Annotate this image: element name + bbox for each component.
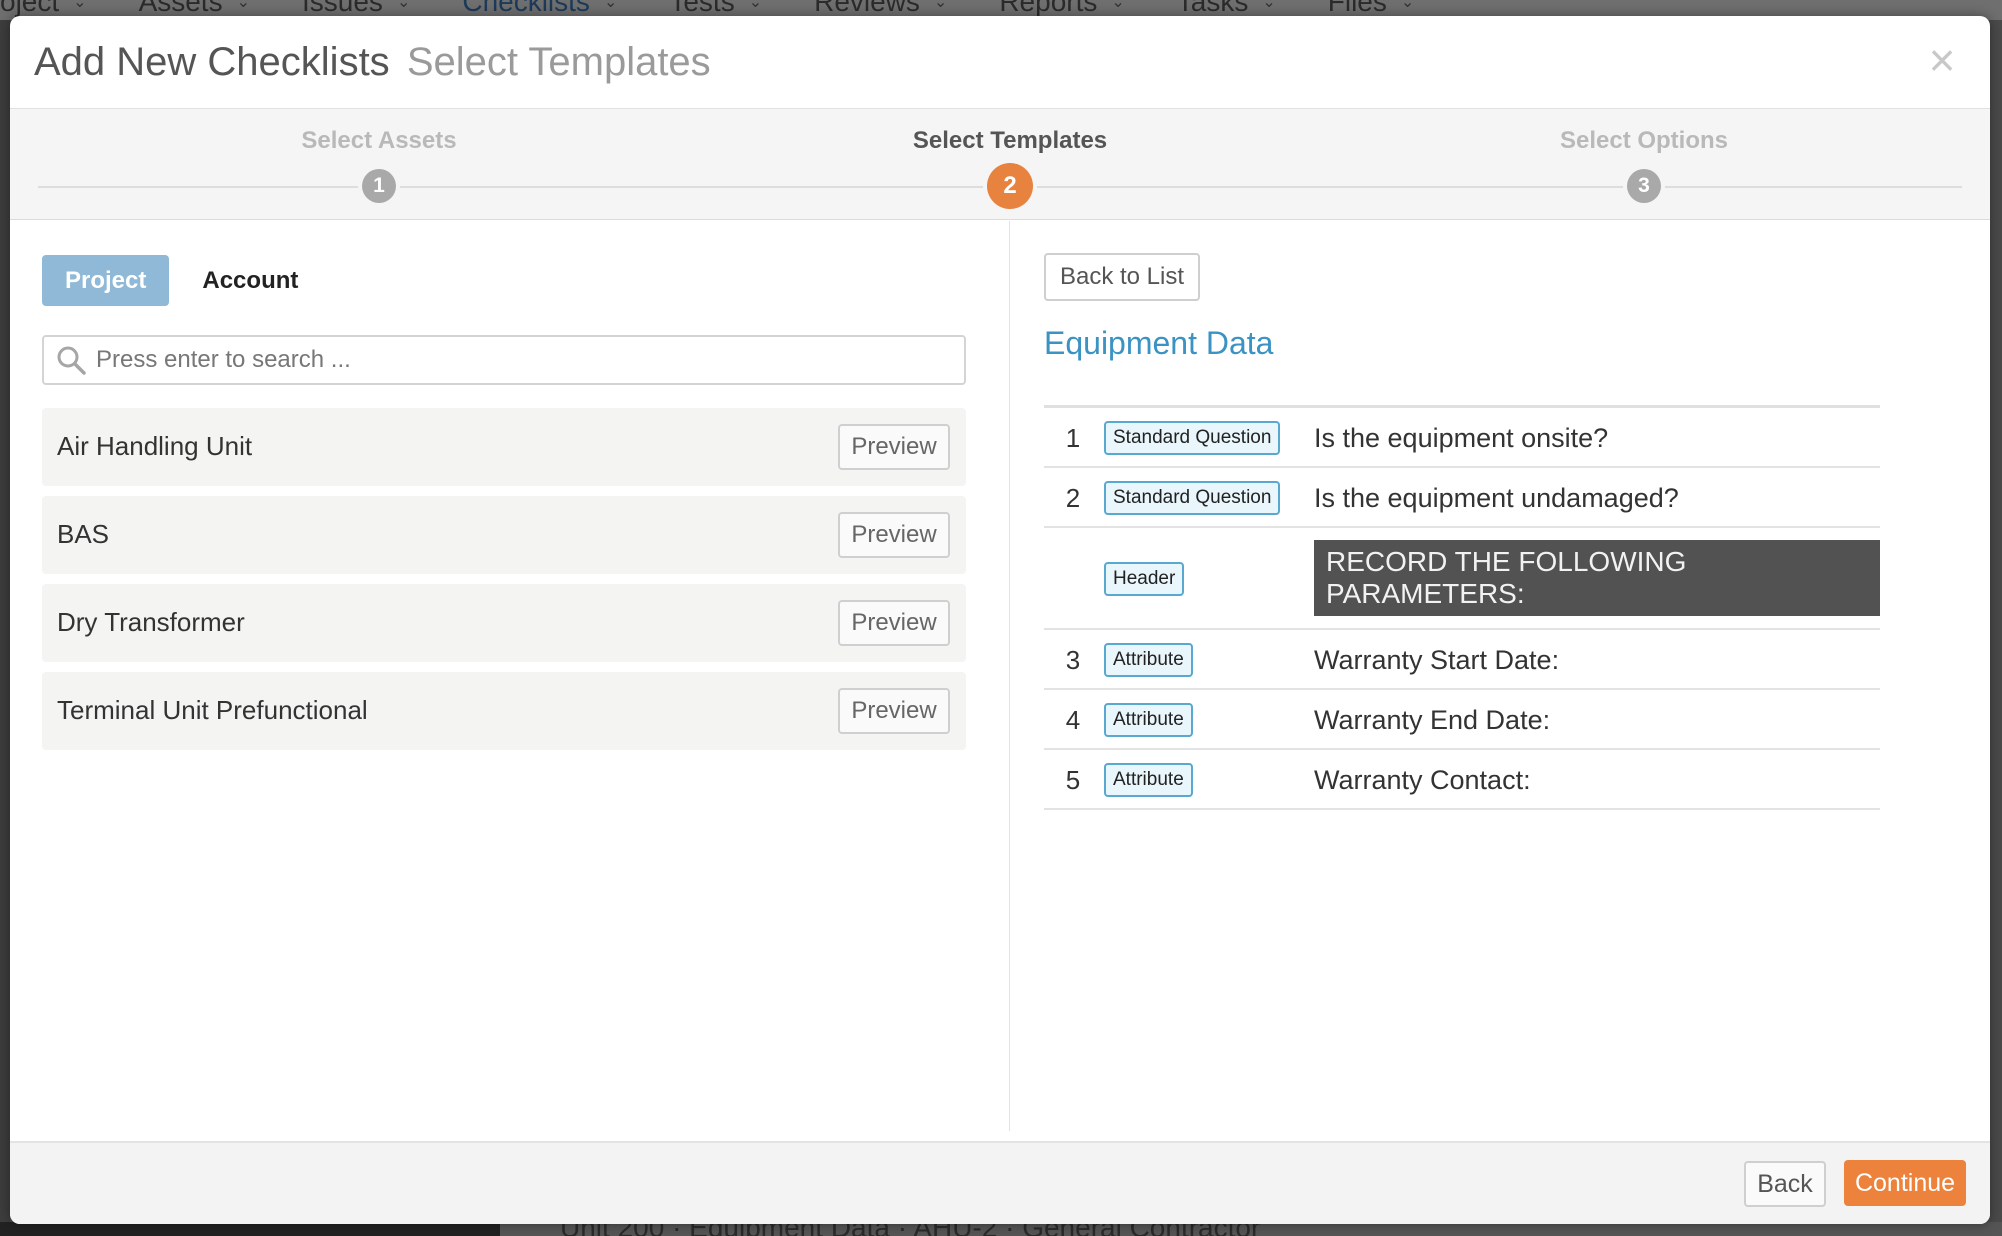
chevron-down-icon: ⌄ (236, 0, 250, 11)
background-bottom-text: Unit 200 · Equipment Data · AHU-2 · Gene… (560, 1222, 1260, 1236)
preview-title: Equipment Data (1044, 325, 1274, 361)
search-box (42, 335, 966, 385)
step-number: 2 (987, 163, 1033, 209)
question-text: Is the equipment onsite? (1314, 423, 1609, 453)
template-name: BAS (57, 519, 110, 549)
question-number: 5 (1065, 765, 1081, 795)
wizard-stepper: Select Assets 1 Select Templates 2 Selec… (10, 109, 1990, 220)
chevron-down-icon: ⌄ (1111, 0, 1125, 11)
step-select-options[interactable]: Select Options 3 (1444, 109, 1844, 220)
chevron-down-icon: ⌄ (1400, 0, 1415, 11)
question-row: 4 Attribute Warranty End Date: (1044, 690, 1880, 750)
template-list-item[interactable]: Air Handling Unit Preview (42, 408, 966, 486)
modal-title-sub: Select Templates (406, 40, 711, 84)
chevron-down-icon: ⌄ (933, 0, 948, 11)
step-label: Select Templates (912, 127, 1108, 154)
question-type-badge: Attribute (1104, 643, 1193, 677)
question-text: Warranty Contact: (1314, 765, 1531, 795)
question-type-badge: Attribute (1104, 703, 1193, 737)
tab-project[interactable]: Project (42, 255, 170, 306)
background-left-strip (0, 20, 10, 1236)
step-select-assets[interactable]: Select Assets 1 (179, 109, 579, 220)
template-list-item[interactable]: BAS Preview (42, 496, 966, 574)
question-row: 5 Attribute Warranty Contact: (1044, 750, 1880, 810)
question-type-badge: Attribute (1104, 763, 1193, 797)
question-number: 3 (1065, 645, 1081, 675)
modal-footer: Back Continue (10, 1141, 1990, 1224)
step-select-templates[interactable]: Select Templates 2 (810, 109, 1210, 220)
question-text: Is the equipment undamaged? (1314, 483, 1679, 513)
preview-button[interactable]: Preview (838, 600, 950, 646)
template-list: Air Handling Unit Preview BAS Preview Dry Tr… (42, 408, 966, 760)
question-row: 3 Attribute Warranty Start Date: (1044, 630, 1880, 690)
question-row: 1 Standard Question Is the equipment onsit… (1044, 408, 1880, 468)
step-label: Select Assets (301, 127, 457, 154)
template-name: Dry Transformer (57, 607, 245, 637)
question-table: 1 Standard Question Is the equipment onsit… (1044, 405, 1880, 810)
add-checklists-modal: Add New Checklists Select Templates × Se… (10, 16, 1990, 1224)
question-type-badge: Standard Question (1104, 421, 1281, 455)
question-text: Warranty Start Date: (1314, 645, 1560, 675)
question-number: 4 (1065, 705, 1081, 735)
chevron-down-icon: ⌄ (73, 0, 87, 11)
template-list-item[interactable]: Dry Transformer Preview (42, 584, 966, 662)
modal-header: Add New Checklists Select Templates × (10, 16, 1990, 109)
search-icon (57, 346, 86, 375)
question-type-badge: Header (1104, 562, 1185, 596)
back-button[interactable]: Back (1744, 1161, 1826, 1207)
step-number: 1 (362, 169, 396, 203)
modal-title: Add New Checklists Select Templates (34, 40, 711, 85)
step-label: Select Options (1559, 127, 1729, 154)
chevron-down-icon: ⌄ (396, 0, 411, 11)
preview-button[interactable]: Preview (838, 512, 950, 558)
preview-button[interactable]: Preview (838, 688, 950, 734)
question-number: 1 (1065, 423, 1081, 453)
close-icon[interactable]: × (1922, 37, 1962, 83)
tab-account[interactable]: Account (179, 255, 321, 306)
scope-tabs: Project Account (42, 255, 321, 306)
question-number: 2 (1065, 483, 1081, 513)
search-input[interactable] (88, 338, 964, 382)
chevron-down-icon: ⌄ (603, 0, 618, 11)
template-list-item[interactable]: Terminal Unit Prefunctional Preview (42, 672, 966, 750)
question-row: 2 Standard Question Is the equipment undam… (1044, 468, 1880, 528)
back-to-list-button[interactable]: Back to List (1044, 253, 1200, 301)
chevron-down-icon: ⌄ (748, 0, 763, 11)
preview-button[interactable]: Preview (838, 424, 950, 470)
modal-title-main: Add New Checklists (34, 40, 390, 84)
question-text: Warranty End Date: (1314, 705, 1551, 735)
modal-body: Project Account Air Handling Unit Preview… (10, 221, 1990, 1139)
question-type-badge: Standard Question (1104, 481, 1281, 515)
template-picker-panel: Project Account Air Handling Unit Preview… (10, 221, 1010, 1131)
template-name: Terminal Unit Prefunctional (57, 695, 368, 725)
template-preview-panel: Back to List Equipment Data 1 Standard Qu… (1011, 221, 1990, 1131)
section-header-text: RECORD THE FOLLOWING PARAMETERS: (1314, 540, 1880, 616)
step-number: 3 (1627, 169, 1661, 203)
question-row: Header RECORD THE FOLLOWING PARAMETERS: (1044, 528, 1880, 630)
continue-button[interactable]: Continue (1844, 1160, 1966, 1206)
background-bottom-dark-strip (0, 1222, 500, 1236)
template-name: Air Handling Unit (57, 431, 253, 461)
chevron-down-icon: ⌄ (1262, 0, 1276, 11)
